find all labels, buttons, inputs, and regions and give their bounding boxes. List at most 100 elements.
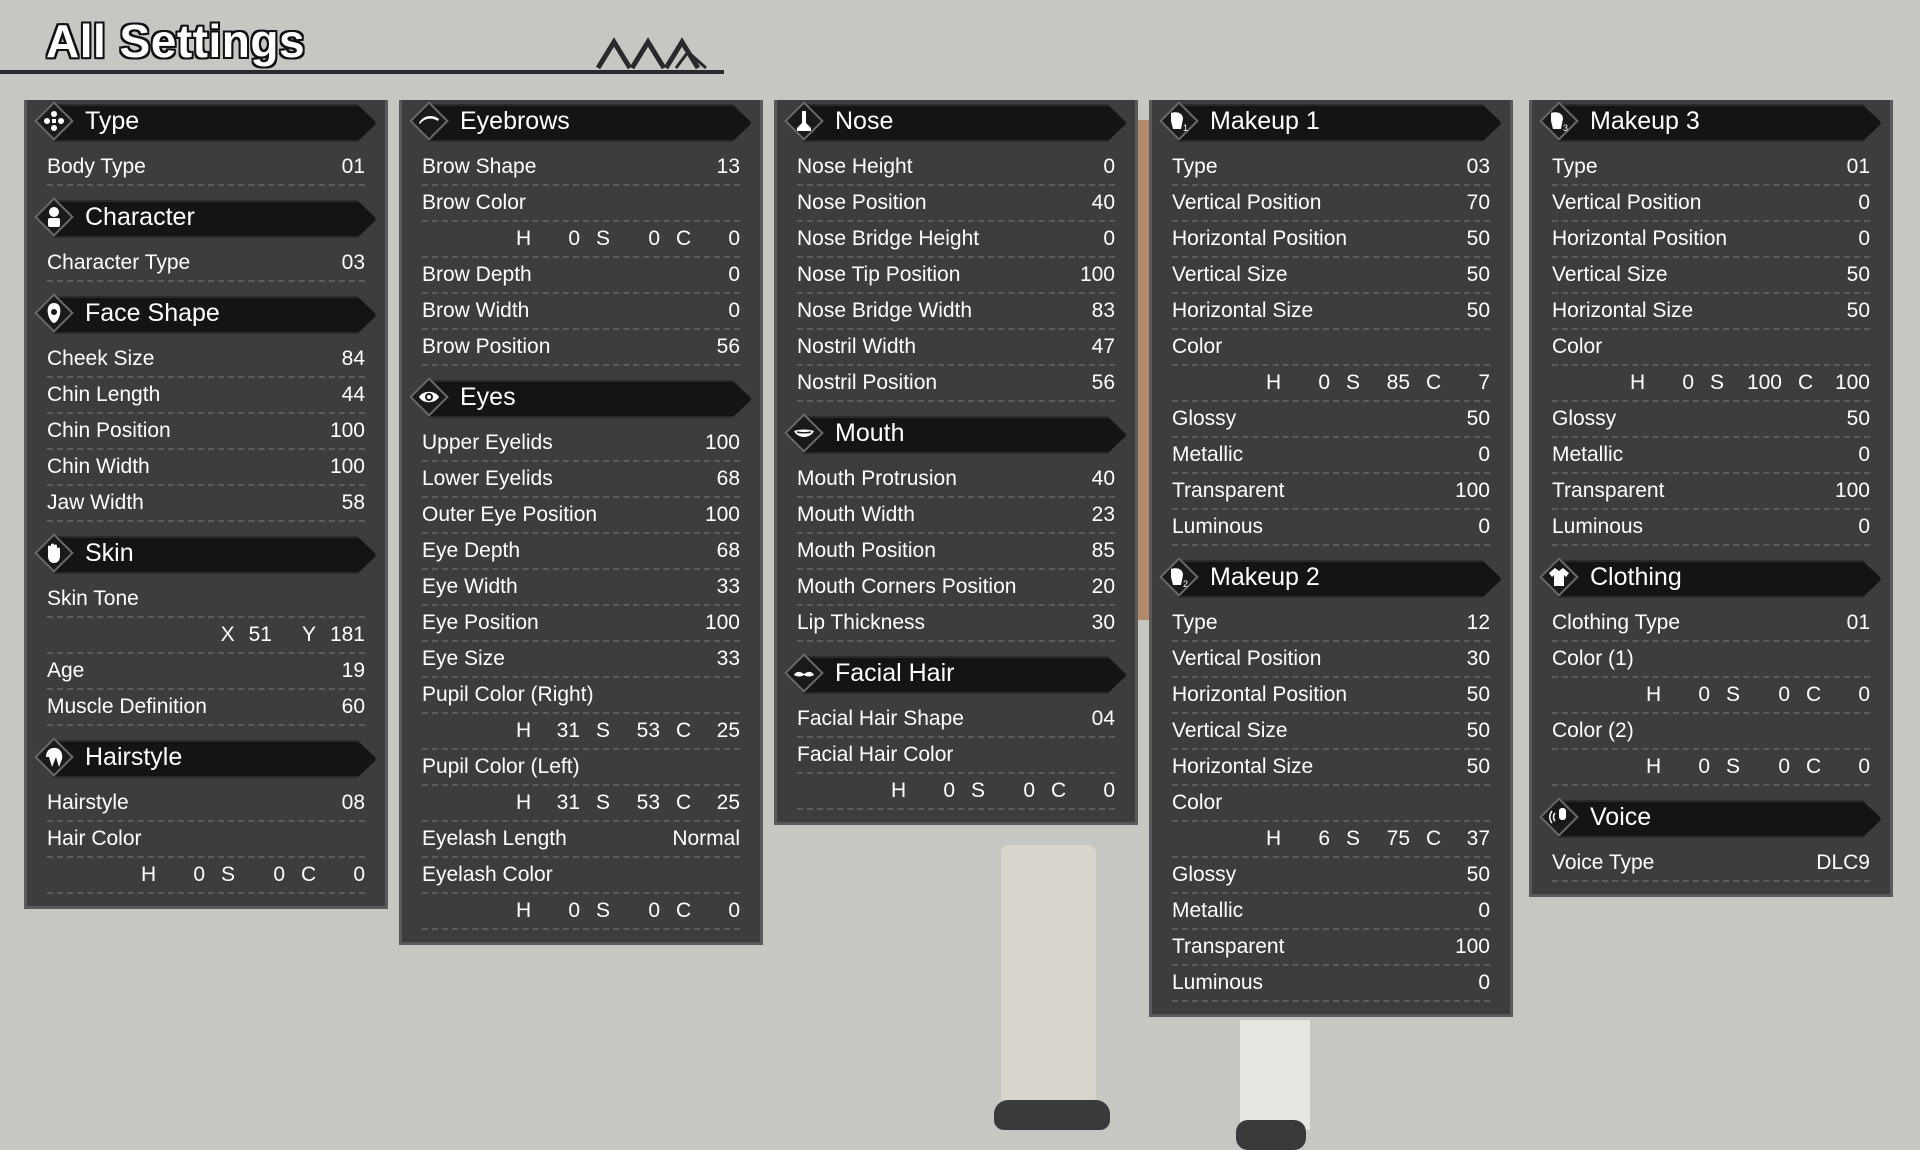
setting-row-vertical-position[interactable]: Vertical Position 0 [1552,186,1870,222]
setting-row-facial-hair-shape[interactable]: Facial Hair Shape 04 [797,702,1115,738]
setting-row-chin-width[interactable]: Chin Width 100 [47,450,365,486]
setting-row-luminous[interactable]: Luminous 0 [1552,510,1870,546]
setting-row-body-type[interactable]: Body Type 01 [47,150,365,186]
setting-row-clothing-type[interactable]: Clothing Type 01 [1552,606,1870,642]
setting-row-eye-position[interactable]: Eye Position 100 [422,606,740,642]
setting-row-color-1[interactable]: Color (1) [1552,642,1870,678]
color-hsc-values[interactable]: H 31 S 53 C 25 [422,786,740,822]
setting-row-upper-eyelids[interactable]: Upper Eyelids 100 [422,426,740,462]
color-hsc-values[interactable]: H 31 S 53 C 25 [422,714,740,750]
setting-row-transparent[interactable]: Transparent 100 [1172,930,1490,966]
section-header-makeup-1[interactable]: 1 Makeup 1 [1156,100,1506,142]
setting-row-nostril-width[interactable]: Nostril Width 47 [797,330,1115,366]
setting-row-metallic[interactable]: Metallic 0 [1552,438,1870,474]
setting-row-horizontal-position[interactable]: Horizontal Position 50 [1172,678,1490,714]
setting-row-luminous[interactable]: Luminous 0 [1172,966,1490,1002]
section-header-eyes[interactable]: Eyes [406,376,756,418]
setting-row-pupil-color-right[interactable]: Pupil Color (Right) [422,678,740,714]
section-header-clothing[interactable]: Clothing [1536,556,1886,598]
setting-row-eye-size[interactable]: Eye Size 33 [422,642,740,678]
setting-row-hair-color[interactable]: Hair Color [47,822,365,858]
setting-row-color-2[interactable]: Color (2) [1552,714,1870,750]
color-hsc-values[interactable]: H 0 S 100 C 100 [1552,366,1870,402]
setting-row-skin-tone[interactable]: Skin Tone [47,582,365,618]
setting-row-brow-position[interactable]: Brow Position 56 [422,330,740,366]
setting-row-metallic[interactable]: Metallic 0 [1172,438,1490,474]
color-hsc-values[interactable]: H0S0C0 [1552,678,1870,714]
setting-row-metallic[interactable]: Metallic 0 [1172,894,1490,930]
setting-row-lip-thickness[interactable]: Lip Thickness 30 [797,606,1115,642]
setting-row-chin-length[interactable]: Chin Length 44 [47,378,365,414]
section-header-voice[interactable]: Voice [1536,796,1886,838]
setting-row-vertical-size[interactable]: Vertical Size 50 [1172,258,1490,294]
setting-row-lower-eyelids[interactable]: Lower Eyelids 68 [422,462,740,498]
setting-row-hairstyle[interactable]: Hairstyle 08 [47,786,365,822]
setting-row-chin-position[interactable]: Chin Position 100 [47,414,365,450]
setting-row-nose-tip-position[interactable]: Nose Tip Position 100 [797,258,1115,294]
setting-row-horizontal-position[interactable]: Horizontal Position 50 [1172,222,1490,258]
setting-row-nose-bridge-width[interactable]: Nose Bridge Width 83 [797,294,1115,330]
section-header-facial-hair[interactable]: Facial Hair [781,652,1131,694]
setting-row-brow-shape[interactable]: Brow Shape 13 [422,150,740,186]
setting-row-type[interactable]: Type 01 [1552,150,1870,186]
section-header-type[interactable]: Type [31,100,381,142]
setting-row-horizontal-position[interactable]: Horizontal Position 0 [1552,222,1870,258]
section-header-face-shape[interactable]: Face Shape [31,292,381,334]
setting-row-cheek-size[interactable]: Cheek Size 84 [47,342,365,378]
setting-row-vertical-size[interactable]: Vertical Size 50 [1552,258,1870,294]
setting-row-glossy[interactable]: Glossy 50 [1172,402,1490,438]
setting-row-glossy[interactable]: Glossy 50 [1552,402,1870,438]
setting-row-horizontal-size[interactable]: Horizontal Size 50 [1552,294,1870,330]
setting-row-transparent[interactable]: Transparent 100 [1172,474,1490,510]
setting-row-eye-width[interactable]: Eye Width 33 [422,570,740,606]
section-header-makeup-2[interactable]: 2 Makeup 2 [1156,556,1506,598]
color-hsc-values[interactable]: H0S0C0 [422,222,740,258]
setting-row-brow-depth[interactable]: Brow Depth 0 [422,258,740,294]
setting-row-vertical-size[interactable]: Vertical Size 50 [1172,714,1490,750]
setting-row-nose-bridge-height[interactable]: Nose Bridge Height 0 [797,222,1115,258]
section-header-nose[interactable]: Nose [781,100,1131,142]
section-header-mouth[interactable]: Mouth [781,412,1131,454]
setting-row-mouth-protrusion[interactable]: Mouth Protrusion 40 [797,462,1115,498]
setting-row-jaw-width[interactable]: Jaw Width 58 [47,486,365,522]
setting-row-pupil-color-left[interactable]: Pupil Color (Left) [422,750,740,786]
setting-row-color[interactable]: Color [1172,786,1490,822]
setting-row-mouth-corners-position[interactable]: Mouth Corners Position 20 [797,570,1115,606]
color-hsc-values[interactable]: H0S0C0 [422,894,740,930]
color-hsc-values[interactable]: H0S0C0 [1552,750,1870,786]
setting-row-outer-eye-position[interactable]: Outer Eye Position 100 [422,498,740,534]
section-header-skin[interactable]: Skin [31,532,381,574]
setting-row-nose-height[interactable]: Nose Height 0 [797,150,1115,186]
setting-row-brow-color[interactable]: Brow Color [422,186,740,222]
skin-tone-xy-values[interactable]: X 51 Y 181 [47,618,365,654]
setting-row-type[interactable]: Type 03 [1172,150,1490,186]
section-header-eyebrows[interactable]: Eyebrows [406,100,756,142]
setting-row-horizontal-size[interactable]: Horizontal Size 50 [1172,294,1490,330]
setting-row-voice-type[interactable]: Voice Type DLC9 [1552,846,1870,882]
section-header-hairstyle[interactable]: Hairstyle [31,736,381,778]
color-hsc-values[interactable]: H0S0C0 [797,774,1115,810]
color-hsc-values[interactable]: H0S0C0 [47,858,365,894]
setting-row-eyelash-length[interactable]: Eyelash Length Normal [422,822,740,858]
section-header-makeup-3[interactable]: 3 Makeup 3 [1536,100,1886,142]
setting-row-mouth-position[interactable]: Mouth Position 85 [797,534,1115,570]
setting-row-type[interactable]: Type 12 [1172,606,1490,642]
setting-row-color[interactable]: Color [1552,330,1870,366]
setting-row-glossy[interactable]: Glossy 50 [1172,858,1490,894]
color-hsc-values[interactable]: H 6 S 75 C 37 [1172,822,1490,858]
setting-row-luminous[interactable]: Luminous 0 [1172,510,1490,546]
setting-row-facial-hair-color[interactable]: Facial Hair Color [797,738,1115,774]
setting-row-nostril-position[interactable]: Nostril Position 56 [797,366,1115,402]
setting-row-vertical-position[interactable]: Vertical Position 30 [1172,642,1490,678]
setting-row-character-type[interactable]: Character Type 03 [47,246,365,282]
color-hsc-values[interactable]: H 0 S 85 C 7 [1172,366,1490,402]
setting-row-eye-depth[interactable]: Eye Depth 68 [422,534,740,570]
setting-row-brow-width[interactable]: Brow Width 0 [422,294,740,330]
setting-row-vertical-position[interactable]: Vertical Position 70 [1172,186,1490,222]
setting-row-muscle-definition[interactable]: Muscle Definition 60 [47,690,365,726]
setting-row-age[interactable]: Age 19 [47,654,365,690]
setting-row-color[interactable]: Color [1172,330,1490,366]
setting-row-mouth-width[interactable]: Mouth Width 23 [797,498,1115,534]
setting-row-horizontal-size[interactable]: Horizontal Size 50 [1172,750,1490,786]
setting-row-eyelash-color[interactable]: Eyelash Color [422,858,740,894]
